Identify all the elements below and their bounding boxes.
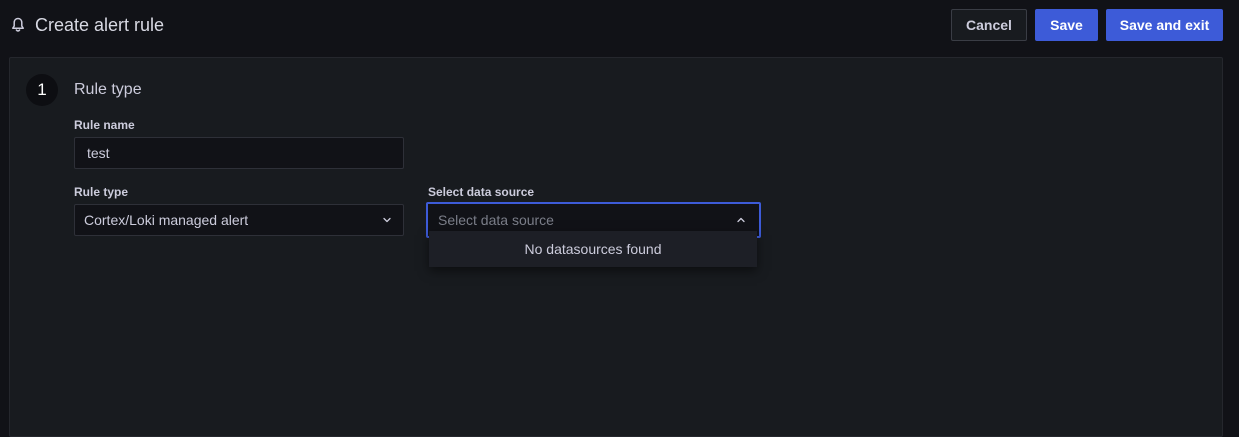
page-header: Create alert rule Cancel Save Save and e… bbox=[0, 0, 1239, 50]
rule-name-input[interactable]: test bbox=[74, 137, 404, 169]
rule-type-value: Cortex/Loki managed alert bbox=[84, 212, 249, 228]
chevron-up-icon bbox=[737, 217, 745, 223]
rule-type-select[interactable]: Cortex/Loki managed alert bbox=[74, 204, 404, 236]
rule-type-label: Rule type bbox=[74, 185, 129, 199]
step-number-badge: 1 bbox=[26, 74, 58, 106]
data-source-label: Select data source bbox=[428, 185, 535, 199]
chevron-down-icon bbox=[383, 217, 391, 223]
no-datasources-message: No datasources found bbox=[524, 241, 662, 257]
data-source-dropdown-menu: No datasources found bbox=[429, 231, 757, 267]
page-title: Create alert rule bbox=[35, 15, 165, 35]
rule-name-label: Rule name bbox=[74, 118, 135, 132]
section-title: Rule type bbox=[74, 81, 142, 98]
save-and-exit-button[interactable]: Save and exit bbox=[1106, 9, 1223, 41]
cancel-button[interactable]: Cancel bbox=[951, 9, 1027, 41]
data-source-placeholder: Select data source bbox=[438, 212, 554, 228]
bell-icon bbox=[12, 17, 24, 32]
save-button[interactable]: Save bbox=[1035, 9, 1098, 41]
